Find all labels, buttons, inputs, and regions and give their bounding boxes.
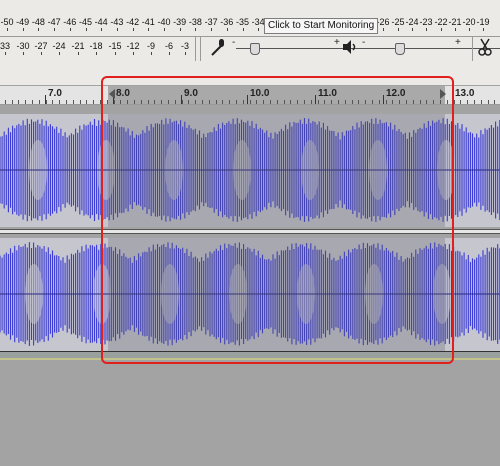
recording-meter-scale[interactable]: -50 -49 -48 -47 -46 -45 -44 -43 -42 -41 -40 -39 -38-… [0,15,500,31]
playback-volume-slider[interactable]: - + [360,37,500,58]
meter-tick-label: -25 [391,17,405,27]
meter-tick-label: -30 [16,41,30,51]
ruler-time-label: 7.0 [48,88,62,99]
meter-tick-label: -6 [164,41,174,51]
meter-tick-label: -35 [235,17,250,27]
meter-tick-label: -50 [0,17,14,27]
meter-tick-label: -42 [126,17,140,27]
meter-tick-label: -40 [157,17,171,27]
playback-meter-scale[interactable]: 33-30-27-24-21-18-15-12-9-6-30 [0,39,195,55]
speaker-icon [343,40,356,54]
meter-tick-label: -15 [108,41,122,51]
meter-tick-label: -39 [173,17,187,27]
meter-tick-label: -41 [141,17,155,27]
meter-tick-label: -38 [188,17,202,27]
meter-tick-label: -26 [376,17,390,27]
meter-tick-label: -37 [204,17,218,27]
meter-tick-label: -46 [63,17,77,27]
playback-volume-thumb[interactable] [395,43,405,55]
toolbar-area: -50 -49 -48 -47 -46 -45 -44 -43 -42 -41 -40 -39 -38-… [0,0,500,85]
slider-max-label: + [334,37,340,48]
meter-tick-label: -44 [94,17,108,27]
meter-tick-label: -24 [52,41,66,51]
meter-tick-label: -24 [405,17,419,27]
meter-tick-label: -36 [220,17,234,27]
meter-tick-label: -34 [251,17,265,27]
meter-tick-label: -3 [180,41,190,51]
toolbar-divider [0,36,500,37]
meter-tick-label: -9 [146,41,156,51]
meter-tick-label: -19 [476,17,490,27]
meter-tick-label: -49 [16,17,30,27]
meter-tick-label: -20 [462,17,476,27]
meter-tick-label: -48 [31,17,45,27]
annotation-highlight-box [101,76,454,364]
toolbar-divider [472,37,473,61]
meter-tick-label: -18 [89,41,103,51]
meter-tick-label: -43 [110,17,124,27]
meter-tick-label: -45 [78,17,93,27]
meter-tick-label: -23 [419,17,433,27]
meter-tick-label: -21 [71,41,85,51]
recording-volume-slider[interactable]: - + [230,37,500,58]
recording-volume-thumb[interactable] [250,43,260,55]
meter-tick-label: -22 [434,17,448,27]
ruler-time-label: 13.0 [455,88,475,99]
meter-tick-label: -47 [47,17,61,27]
slider-min-label: - [362,37,366,48]
scissors-icon[interactable] [476,36,494,58]
meter-tick-label: 33 [0,41,11,51]
slider-max-label: + [455,37,461,48]
monitoring-tooltip: Click to Start Monitoring [264,18,379,34]
slider-min-label: - [232,37,236,48]
microphone-icon [211,39,224,56]
toolbar-divider [195,37,196,61]
meter-tick-label: -12 [126,41,140,51]
meter-tick-label: -21 [448,17,462,27]
meter-tick-label: -27 [34,41,48,51]
toolbar-divider [200,37,201,61]
